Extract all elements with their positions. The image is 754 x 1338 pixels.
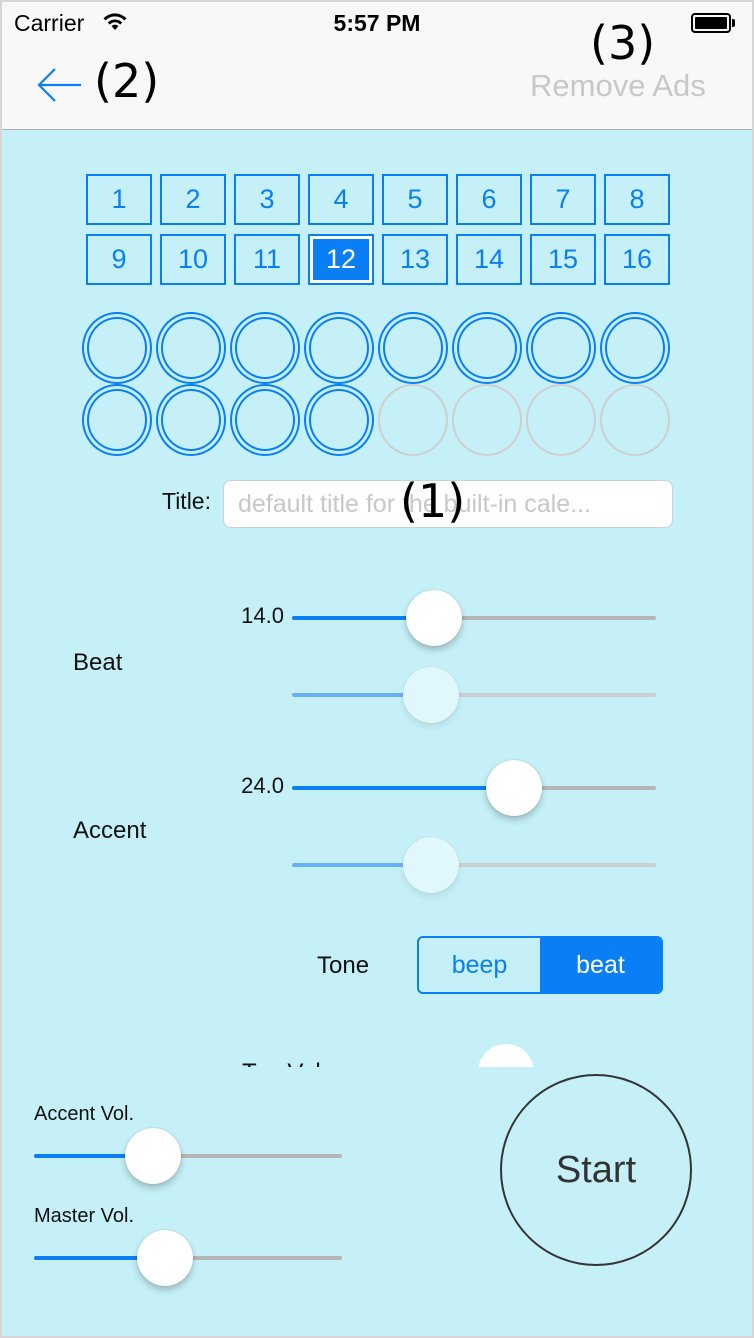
beat-count-button-13[interactable]: 13 xyxy=(382,234,448,285)
beat-count-button-12[interactable]: 12 xyxy=(308,234,374,285)
beat-slider[interactable] xyxy=(292,588,656,648)
accent-vol-slider[interactable] xyxy=(34,1126,342,1186)
accent-label: Accent xyxy=(73,817,147,844)
back-button[interactable] xyxy=(32,60,84,110)
beat-count-button-15[interactable]: 15 xyxy=(530,234,596,285)
slider-track-filled xyxy=(292,786,515,790)
slider-thumb[interactable] xyxy=(402,837,459,893)
beat-count-button-1[interactable]: 1 xyxy=(86,174,152,225)
beat-indicator-active[interactable] xyxy=(82,312,152,384)
beat-indicator-active[interactable] xyxy=(526,312,596,384)
slider-track-empty xyxy=(433,616,656,620)
tap-vol-label: Tap Vol. xyxy=(242,1059,327,1067)
beat-indicator-active[interactable] xyxy=(304,384,374,456)
beat-count-button-8[interactable]: 8 xyxy=(604,174,670,225)
beat-count-button-6[interactable]: 6 xyxy=(456,174,522,225)
slider-thumb[interactable] xyxy=(405,590,462,646)
title-label: Title: xyxy=(162,488,211,514)
slider-track-empty xyxy=(430,693,656,697)
beat-indicator-active[interactable] xyxy=(82,384,152,456)
accent-secondary-slider[interactable] xyxy=(292,835,656,895)
beat-count-button-5[interactable]: 5 xyxy=(382,174,448,225)
beat-indicator-active[interactable] xyxy=(304,312,374,384)
slider-thumb[interactable] xyxy=(137,1230,194,1286)
beat-secondary-slider[interactable] xyxy=(292,665,656,725)
accent-vol-label: Accent Vol. xyxy=(34,1103,135,1125)
title-input[interactable] xyxy=(223,480,673,528)
beat-count-button-3[interactable]: 3 xyxy=(234,174,300,225)
beat-count-button-10[interactable]: 10 xyxy=(160,234,226,285)
beat-count-button-7[interactable]: 7 xyxy=(530,174,596,225)
beat-indicator-inactive[interactable] xyxy=(600,384,670,456)
beat-count-button-2[interactable]: 2 xyxy=(160,174,226,225)
beat-indicator-active[interactable] xyxy=(452,312,522,384)
master-vol-slider[interactable] xyxy=(34,1228,342,1288)
beat-indicator-active[interactable] xyxy=(156,312,226,384)
slider-thumb[interactable] xyxy=(402,667,459,723)
beat-value-label: 14.0 xyxy=(241,603,284,628)
beat-indicator-active[interactable] xyxy=(230,384,300,456)
beat-count-button-14[interactable]: 14 xyxy=(456,234,522,285)
slider-thumb[interactable] xyxy=(124,1128,181,1184)
tone-option-beat[interactable]: beat xyxy=(540,938,661,992)
remove-ads-button[interactable]: Remove Ads xyxy=(530,68,706,104)
beat-indicator-inactive[interactable] xyxy=(452,384,522,456)
beat-count-button-16[interactable]: 16 xyxy=(604,234,670,285)
start-button[interactable]: Start xyxy=(500,1074,692,1266)
tap-vol-slider-thumb[interactable] xyxy=(478,1044,534,1067)
accent-value-label: 24.0 xyxy=(241,773,284,798)
slider-track-empty xyxy=(430,863,656,867)
battery-full-icon xyxy=(691,13,735,33)
annotation-marker-2: (2) xyxy=(94,54,160,108)
beat-count-button-4[interactable]: 4 xyxy=(308,174,374,225)
app-screen: Carrier 5:57 PM (2) (3) Remove Ads 12345… xyxy=(2,2,752,1336)
beat-count-button-9[interactable]: 9 xyxy=(86,234,152,285)
tone-label: Tone xyxy=(317,952,370,979)
arrow-left-icon xyxy=(37,68,81,102)
scroll-clip-region: Tap Vol. xyxy=(2,1032,752,1067)
beat-indicator-active[interactable] xyxy=(230,312,300,384)
beat-count-button-11[interactable]: 11 xyxy=(234,234,300,285)
beat-indicator-inactive[interactable] xyxy=(526,384,596,456)
beat-indicator-active[interactable] xyxy=(378,312,448,384)
slider-thumb[interactable] xyxy=(486,760,543,816)
beat-indicator-active[interactable] xyxy=(600,312,670,384)
beat-label: Beat xyxy=(73,649,123,676)
top-bar: Carrier 5:57 PM (2) (3) Remove Ads xyxy=(2,2,752,130)
tone-option-beep[interactable]: beep xyxy=(419,938,540,992)
beat-indicator-inactive[interactable] xyxy=(378,384,448,456)
tone-segmented-control: beep beat xyxy=(417,936,663,994)
accent-slider[interactable] xyxy=(292,758,656,818)
slider-track-empty xyxy=(152,1154,342,1158)
master-vol-label: Master Vol. xyxy=(34,1205,135,1227)
annotation-marker-3: (3) xyxy=(590,16,656,70)
beat-indicator-active[interactable] xyxy=(156,384,226,456)
